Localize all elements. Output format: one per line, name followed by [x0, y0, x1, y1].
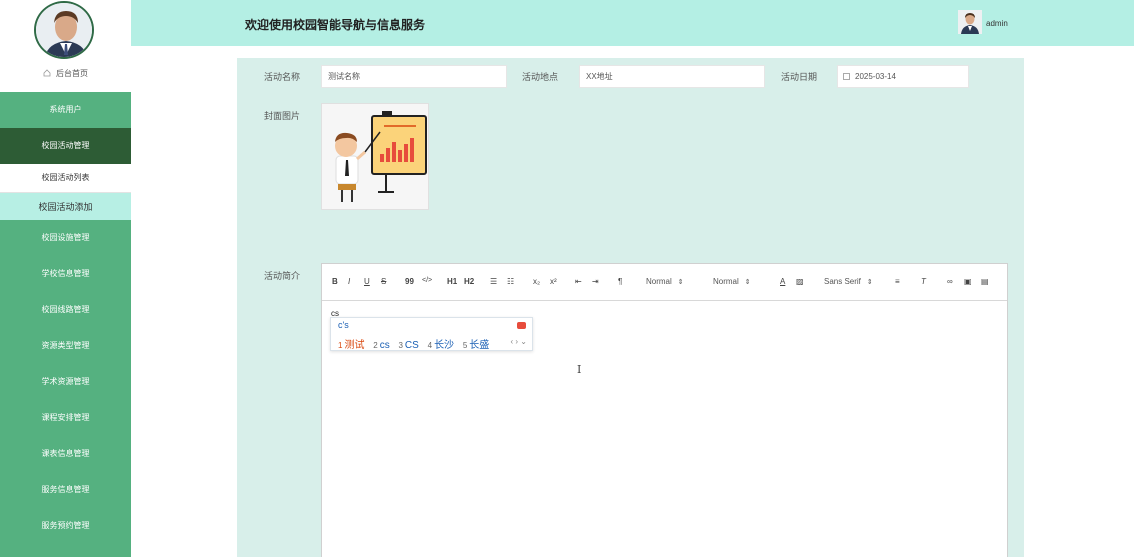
ime-candidates: 1 测试 2 cs 3 CS 4 长沙 5 长盛: [338, 336, 495, 351]
video-icon[interactable]: ▤: [981, 277, 989, 286]
header1-button[interactable]: H1: [447, 277, 457, 286]
sidebar-item-academic-resource-management[interactable]: 学术资源管理: [0, 364, 131, 400]
text-cursor-icon: I: [577, 363, 582, 376]
sidebar-item-activity-management[interactable]: 校园活动管理: [0, 128, 131, 164]
activity-name-label: 活动名称: [264, 72, 301, 82]
sidebar-item-system-users[interactable]: 系统用户: [0, 92, 131, 128]
ime-candidate[interactable]: 5 长盛: [463, 340, 489, 351]
activity-date-label: 活动日期: [781, 72, 818, 82]
activity-date-picker[interactable]: 2025-03-14: [837, 65, 969, 88]
ime-candidate[interactable]: 4 长沙: [428, 340, 454, 351]
activity-submenu: 校园活动列表 校园活动添加: [0, 164, 131, 220]
ime-candidate[interactable]: 2 cs: [373, 340, 389, 351]
align-icon[interactable]: ≡: [895, 277, 900, 286]
size-select[interactable]: Normal ⇕: [646, 277, 684, 286]
user-avatar: [958, 10, 982, 34]
sidebar-header: 后台首页: [0, 0, 131, 92]
strike-button[interactable]: S: [381, 277, 386, 286]
select-arrow-icon: ⇕: [677, 279, 684, 286]
text-color-icon[interactable]: A: [780, 277, 785, 286]
activity-location-label: 活动地点: [522, 72, 559, 82]
ime-candidate-window: c's 1 测试 2 cs 3 CS 4 长沙 5 长盛 ‹ › ⌄: [330, 317, 533, 351]
sidebar-item-facility-management[interactable]: 校园设施管理: [0, 220, 131, 256]
home-link[interactable]: 后台首页: [0, 68, 131, 79]
text-direction-icon[interactable]: ¶: [618, 277, 622, 286]
size-select-value: Normal: [646, 277, 672, 286]
cover-image-label: 封面图片: [264, 111, 301, 121]
home-link-label: 后台首页: [56, 69, 88, 78]
bullet-list-icon[interactable]: ☷: [507, 277, 514, 286]
blockquote-button[interactable]: 99: [405, 277, 414, 286]
bold-button[interactable]: B: [332, 277, 338, 286]
ime-candidate[interactable]: 3 CS: [398, 340, 418, 351]
sidebar-item-timetable-management[interactable]: 课表信息管理: [0, 436, 131, 472]
font-select-value: Sans Serif: [824, 277, 861, 286]
sidebar-item-school-info-management[interactable]: 学校信息管理: [0, 256, 131, 292]
top-header: 欢迎使用校园智能导航与信息服务 admin: [131, 0, 1134, 46]
presentation-illustration: [322, 104, 428, 209]
italic-button[interactable]: I: [348, 277, 350, 286]
sidebar-item-course-schedule-management[interactable]: 课程安排管理: [0, 400, 131, 436]
ordered-list-icon[interactable]: ☰: [490, 277, 497, 286]
calendar-icon: [843, 73, 850, 80]
rich-text-editor[interactable]: B I U S 99 </> H1 H2 ☰ ☷ x₂ x² ⇤ ⇥ ¶ Nor…: [321, 263, 1008, 557]
underline-button[interactable]: U: [364, 277, 370, 286]
sidebar: 后台首页 系统用户 校园活动管理 校园活动列表 校园活动添加 校园设施管理 学校…: [0, 0, 131, 557]
activity-name-input[interactable]: 测试名称: [321, 65, 507, 88]
header-select-value: Normal: [713, 277, 739, 286]
link-icon[interactable]: ∞: [947, 277, 953, 286]
cover-image-upload[interactable]: [321, 103, 429, 210]
ime-composition: c's: [338, 320, 349, 330]
ime-candidate[interactable]: 1 测试: [338, 340, 364, 351]
submenu-item-activity-add[interactable]: 校园活动添加: [0, 192, 131, 220]
page-title: 欢迎使用校园智能导航与信息服务: [245, 18, 426, 32]
code-block-button[interactable]: </>: [422, 277, 432, 284]
header-select[interactable]: Normal ⇕: [713, 277, 751, 286]
home-icon: [43, 69, 51, 77]
sidebar-item-service-booking-management[interactable]: 服务预约管理: [0, 508, 131, 544]
editor-toolbar: B I U S 99 </> H1 H2 ☰ ☷ x₂ x² ⇤ ⇥ ¶ Nor…: [322, 264, 1007, 301]
activity-intro-label: 活动简介: [264, 271, 301, 281]
background-color-icon[interactable]: ▨: [796, 277, 804, 286]
ime-page-arrows-icon[interactable]: ‹ › ⌄: [511, 337, 527, 346]
avatar: [34, 1, 94, 59]
activity-date-value: 2025-03-14: [855, 72, 896, 81]
outdent-icon[interactable]: ⇤: [575, 277, 582, 286]
ime-logo-icon: [517, 322, 526, 329]
select-arrow-icon: ⇕: [866, 279, 873, 286]
indent-icon[interactable]: ⇥: [592, 277, 599, 286]
select-arrow-icon: ⇕: [744, 279, 751, 286]
superscript-button[interactable]: x²: [550, 277, 557, 286]
font-select[interactable]: Sans Serif ⇕: [824, 277, 873, 286]
activity-location-input[interactable]: XX地址: [579, 65, 765, 88]
sidebar-item-route-management[interactable]: 校园线路管理: [0, 292, 131, 328]
sidebar-item-resource-type-management[interactable]: 资源类型管理: [0, 328, 131, 364]
username: admin: [986, 19, 1008, 28]
submenu-item-activity-list[interactable]: 校园活动列表: [0, 164, 131, 192]
sidebar-item-service-info-management[interactable]: 服务信息管理: [0, 472, 131, 508]
activity-form-panel: 活动名称 测试名称 活动地点 XX地址 活动日期 2025-03-14 封面图片: [237, 58, 1024, 557]
header2-button[interactable]: H2: [464, 277, 474, 286]
subscript-button[interactable]: x₂: [533, 277, 540, 286]
image-icon[interactable]: ▣: [964, 277, 972, 286]
clear-format-icon[interactable]: T: [921, 277, 926, 286]
